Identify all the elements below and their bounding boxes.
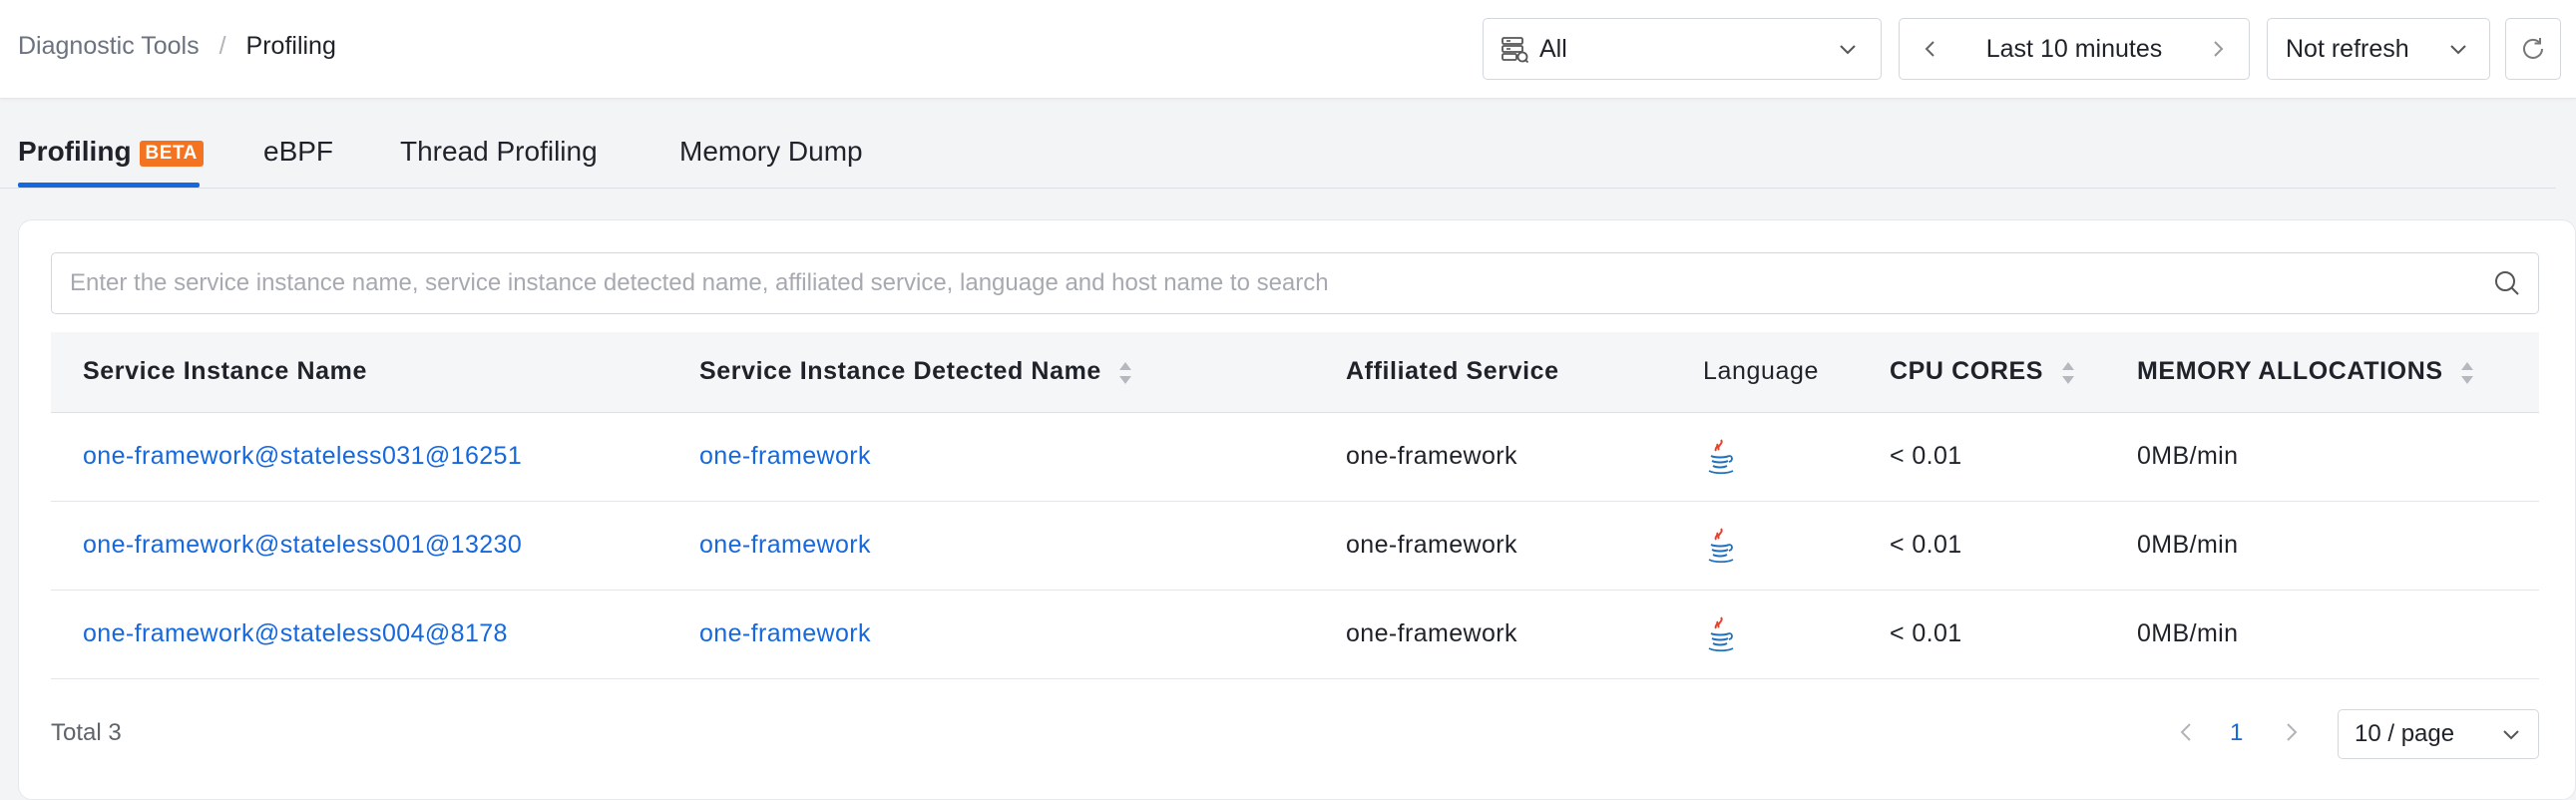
tab-thread-profiling[interactable]: Thread Profiling — [400, 136, 598, 168]
breadcrumb: Diagnostic Tools / Profiling — [18, 32, 336, 61]
search-icon[interactable] — [2492, 268, 2522, 298]
instance-name-link[interactable]: one-framework@stateless031@16251 — [83, 442, 522, 470]
reload-button[interactable] — [2505, 18, 2561, 80]
affiliated-service-cell: one-framework — [1346, 590, 1703, 679]
refresh-interval-select[interactable]: Not refresh — [2267, 18, 2490, 80]
sort-icon[interactable] — [1118, 360, 1132, 386]
detected-name-link[interactable]: one-framework — [699, 619, 871, 647]
memory-allocations-cell: 0MB/min — [2137, 412, 2539, 502]
datasource-select[interactable]: All — [1483, 18, 1882, 80]
instance-name-link[interactable]: one-framework@stateless004@8178 — [83, 619, 508, 647]
language-cell — [1703, 590, 1890, 679]
search-input[interactable] — [68, 268, 2492, 298]
time-range-picker[interactable]: Last 10 minutes — [1899, 18, 2250, 80]
column-header-affiliated-service: Affiliated Service — [1346, 332, 1703, 413]
beta-badge: BETA — [139, 141, 204, 167]
affiliated-service-cell: one-framework — [1346, 501, 1703, 591]
java-icon — [1708, 438, 1734, 474]
tab-profiling[interactable]: Profiling BETA — [18, 136, 204, 168]
refresh-icon — [2523, 38, 2543, 59]
chevron-down-icon — [1840, 45, 1856, 55]
java-icon — [1708, 615, 1734, 651]
column-header-detected-name[interactable]: Service Instance Detected Name — [699, 332, 1346, 413]
cpu-cores-cell: < 0.01 — [1890, 501, 2137, 591]
cpu-cores-cell: < 0.01 — [1890, 412, 2137, 502]
tab-memory-dump[interactable]: Memory Dump — [679, 136, 863, 168]
table-row: one-framework@stateless004@8178 one-fram… — [51, 590, 2539, 679]
breadcrumb-current: Profiling — [245, 32, 336, 60]
chevron-left-icon[interactable] — [2174, 719, 2200, 745]
affiliated-service-cell: one-framework — [1346, 412, 1703, 502]
memory-allocations-cell: 0MB/min — [2137, 590, 2539, 679]
column-header-language: Language — [1703, 332, 1890, 413]
current-page-number[interactable]: 1 — [2230, 719, 2243, 747]
table-row: one-framework@stateless001@13230 one-fra… — [51, 501, 2539, 591]
refresh-interval-value: Not refresh — [2286, 34, 2409, 63]
search-box — [51, 252, 2539, 314]
chevron-right-icon[interactable] — [2207, 38, 2229, 60]
datasource-value: All — [1539, 34, 1567, 63]
language-cell — [1703, 501, 1890, 591]
column-header-memory-allocations[interactable]: MEMORY ALLOCATIONS — [2137, 332, 2539, 413]
cpu-cores-cell: < 0.01 — [1890, 590, 2137, 679]
instance-name-link[interactable]: one-framework@stateless001@13230 — [83, 531, 522, 559]
sort-icon[interactable] — [2061, 360, 2075, 386]
detected-name-link[interactable]: one-framework — [699, 531, 871, 559]
page-size-select[interactable]: 10 / page — [2338, 709, 2539, 759]
chevron-left-icon[interactable] — [1920, 38, 1941, 60]
java-icon — [1708, 527, 1734, 563]
time-range-value: Last 10 minutes — [1985, 34, 2163, 63]
detected-name-link[interactable]: one-framework — [699, 442, 871, 470]
tab-label: Profiling — [18, 136, 132, 167]
sort-icon[interactable] — [2460, 360, 2474, 386]
total-count: Total 3 — [51, 719, 122, 746]
chevron-down-icon — [2450, 45, 2466, 55]
tab-ebpf[interactable]: eBPF — [263, 136, 333, 168]
tab-bar: Profiling BETA eBPF Thread Profiling Memo… — [0, 122, 2556, 189]
active-tab-indicator — [18, 183, 200, 188]
memory-allocations-cell: 0MB/min — [2137, 501, 2539, 591]
top-toolbar: Diagnostic Tools / Profiling All Last 10… — [0, 0, 2576, 99]
language-cell — [1703, 412, 1890, 502]
table-row: one-framework@stateless031@16251 one-fra… — [51, 412, 2539, 502]
table-header-row: Service Instance Name Service Instance D… — [51, 332, 2539, 413]
chevron-down-icon — [2503, 730, 2519, 740]
chevron-right-icon[interactable] — [2278, 719, 2304, 745]
breadcrumb-parent[interactable]: Diagnostic Tools — [18, 32, 200, 61]
breadcrumb-separator: / — [218, 32, 226, 60]
instances-table: Service Instance Name Service Instance D… — [51, 332, 2539, 679]
column-header-cpu-cores[interactable]: CPU CORES — [1890, 332, 2137, 413]
page-size-value: 10 / page — [2355, 720, 2455, 747]
database-icon — [1502, 37, 1529, 64]
content-card: Service Instance Name Service Instance D… — [18, 219, 2576, 800]
column-header-instance-name: Service Instance Name — [51, 332, 699, 413]
